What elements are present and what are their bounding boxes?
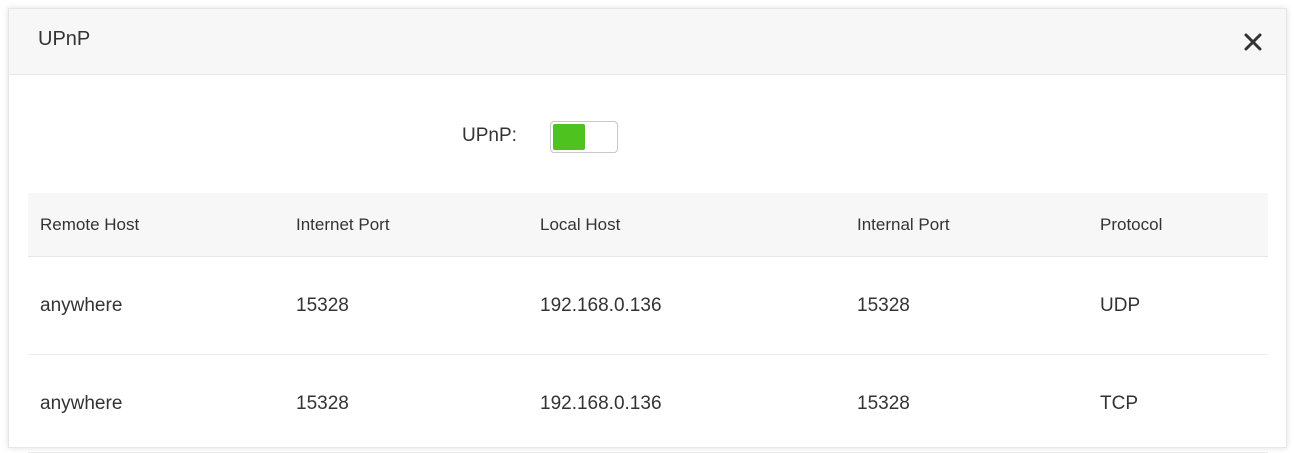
upnp-toggle-switch[interactable] — [550, 121, 618, 153]
header-internet-port: Internet Port — [296, 214, 390, 234]
header-remote-host: Remote Host — [40, 214, 140, 234]
cell-local-host: 192.168.0.136 — [540, 294, 662, 316]
header-internal-port: Internal Port — [857, 214, 950, 234]
cell-protocol: TCP — [1100, 392, 1138, 414]
table-row: anywhere 15328 192.168.0.136 15328 TCP — [28, 355, 1268, 453]
table-row: anywhere 15328 192.168.0.136 15328 UDP — [28, 257, 1268, 355]
cell-local-host: 192.168.0.136 — [540, 392, 662, 414]
close-icon[interactable] — [1238, 27, 1268, 57]
cell-remote-host: anywhere — [40, 392, 123, 414]
toggle-knob-fill — [553, 124, 585, 150]
upnp-dialog: UPnP UPnP: Remote Host Internet Port Loc… — [8, 8, 1287, 453]
cell-internal-port: 15328 — [857, 392, 910, 414]
header-local-host: Local Host — [540, 214, 621, 234]
dialog-title: UPnP — [38, 28, 91, 50]
upnp-toggle-row: UPnP: — [9, 117, 1286, 157]
cell-internal-port: 15328 — [857, 294, 910, 316]
table-header: Remote Host Internet Port Local Host Int… — [28, 193, 1268, 257]
cell-internet-port: 15328 — [296, 294, 349, 316]
cell-protocol: UDP — [1100, 294, 1141, 316]
upnp-label: UPnP: — [462, 125, 517, 146]
header-protocol: Protocol — [1100, 214, 1163, 234]
upnp-mapping-table: Remote Host Internet Port Local Host Int… — [28, 193, 1268, 453]
cell-internet-port: 15328 — [296, 392, 349, 414]
cell-remote-host: anywhere — [40, 294, 123, 316]
dialog-header: UPnP — [9, 9, 1286, 75]
